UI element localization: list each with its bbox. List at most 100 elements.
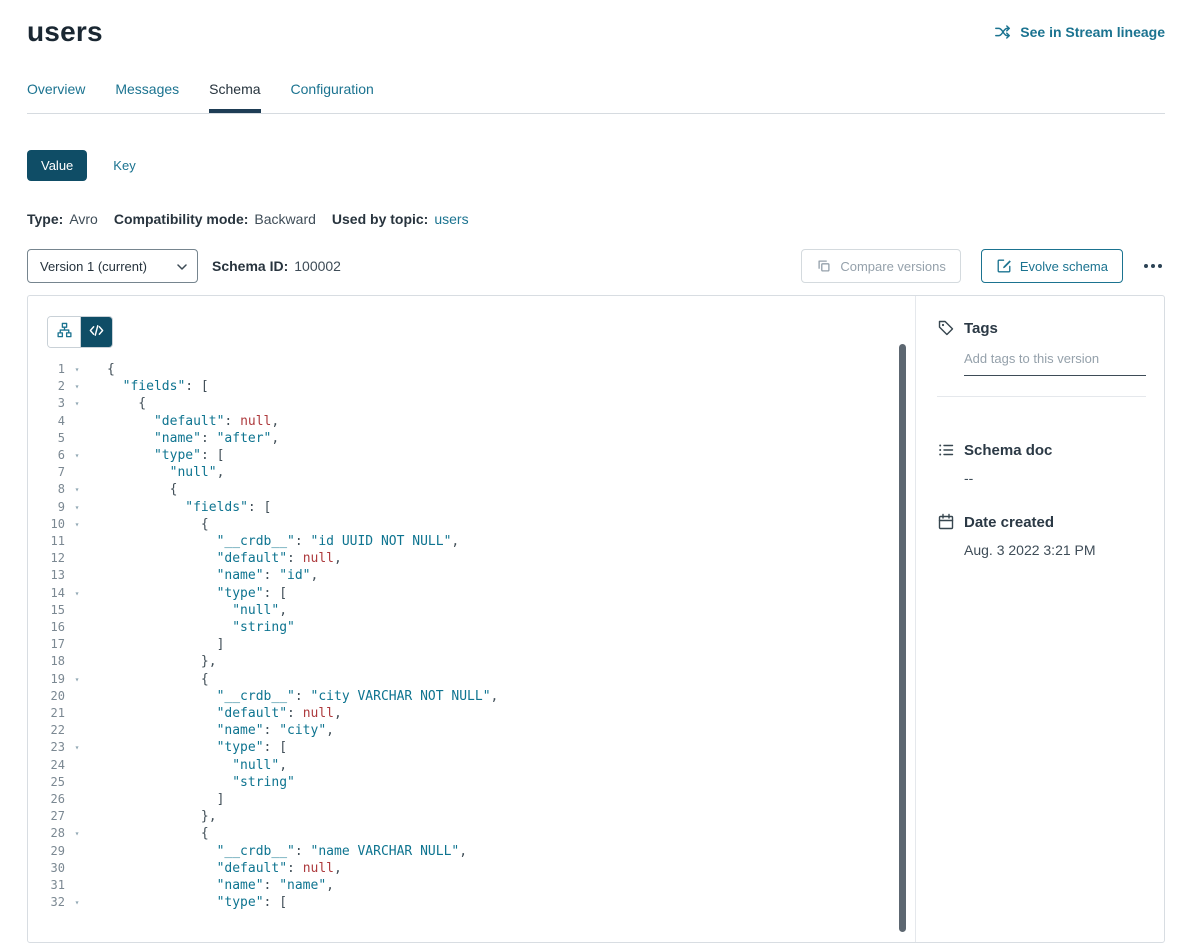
code-line: 21 "default": null, (47, 705, 915, 722)
code-line: 15 "null", (47, 602, 915, 619)
code-line: 11 "__crdb__": "id UUID NOT NULL", (47, 533, 915, 550)
code-editor-lines[interactable]: 1▾{2▾ "fields": [3▾ {4 "default": null,5… (47, 361, 915, 912)
code-text: "fields": [ (89, 499, 271, 516)
schema-editor-panel: 1▾{2▾ "fields": [3▾ {4 "default": null,5… (28, 296, 915, 942)
code-text: { (89, 516, 209, 533)
compare-versions-label: Compare versions (840, 259, 946, 274)
line-number: 24 (47, 757, 65, 774)
stream-lineage-link[interactable]: See in Stream lineage (994, 23, 1165, 41)
line-number: 2 (47, 378, 65, 395)
fold-toggle-icon[interactable]: ▾ (65, 361, 89, 378)
code-text: "name": "city", (89, 722, 334, 739)
code-text: { (89, 671, 209, 688)
code-text: { (89, 481, 177, 498)
tab-schema[interactable]: Schema (209, 81, 260, 113)
line-number: 13 (47, 567, 65, 584)
fold-gutter (65, 722, 89, 739)
fold-toggle-icon[interactable]: ▾ (65, 378, 89, 395)
code-text: "type": [ (89, 585, 287, 602)
code-text: { (89, 361, 115, 378)
line-number: 12 (47, 550, 65, 567)
code-text: "name": "after", (89, 430, 279, 447)
fold-gutter (65, 464, 89, 481)
fold-toggle-icon[interactable]: ▾ (65, 481, 89, 498)
code-text: "type": [ (89, 894, 287, 911)
code-text: "default": null, (89, 413, 279, 430)
fold-gutter (65, 843, 89, 860)
code-line: 22 "name": "city", (47, 722, 915, 739)
code-text: "name": "name", (89, 877, 334, 894)
topic-link[interactable]: users (434, 211, 468, 227)
fold-gutter (65, 808, 89, 825)
tab-overview[interactable]: Overview (27, 81, 85, 113)
schema-doc-icon (937, 441, 955, 459)
sidebar-divider (937, 396, 1146, 397)
code-line: 17 ] (47, 636, 915, 653)
version-select[interactable]: Version 1 (current) (27, 249, 198, 283)
evolve-schema-label: Evolve schema (1020, 259, 1108, 274)
code-text: "name": "id", (89, 567, 318, 584)
line-number: 3 (47, 395, 65, 412)
code-line: 3▾ { (47, 395, 915, 412)
page-title: users (27, 16, 103, 48)
tree-view-button[interactable] (48, 317, 80, 347)
fold-gutter (65, 774, 89, 791)
code-line: 5 "name": "after", (47, 430, 915, 447)
fold-gutter (65, 602, 89, 619)
tags-input[interactable] (964, 351, 1146, 376)
value-key-toggle: Value Key (27, 150, 1165, 181)
code-view-button[interactable] (80, 317, 112, 347)
line-number: 11 (47, 533, 65, 550)
fold-gutter (65, 430, 89, 447)
meta-compatibility: Compatibility mode: Backward (114, 211, 316, 227)
fold-toggle-icon[interactable]: ▾ (65, 447, 89, 464)
code-line: 19▾ { (47, 671, 915, 688)
fold-toggle-icon[interactable]: ▾ (65, 499, 89, 516)
more-options-button[interactable] (1141, 256, 1165, 276)
code-text: "null", (89, 757, 287, 774)
fold-gutter (65, 413, 89, 430)
fold-toggle-icon[interactable]: ▾ (65, 585, 89, 602)
fold-gutter (65, 705, 89, 722)
tag-icon (937, 319, 955, 337)
tags-heading: Tags (964, 320, 998, 337)
line-number: 17 (47, 636, 65, 653)
code-view-icon (88, 322, 105, 342)
line-number: 16 (47, 619, 65, 636)
line-number: 30 (47, 860, 65, 877)
code-line: 26 ] (47, 791, 915, 808)
evolve-schema-button[interactable]: Evolve schema (981, 249, 1123, 283)
code-line: 16 "string" (47, 619, 915, 636)
editor-scrollbar[interactable] (899, 344, 906, 932)
line-number: 20 (47, 688, 65, 705)
code-line: 1▾{ (47, 361, 915, 378)
code-line: 7 "null", (47, 464, 915, 481)
code-text: "type": [ (89, 447, 224, 464)
code-line: 12 "default": null, (47, 550, 915, 567)
line-number: 25 (47, 774, 65, 791)
tab-bar: Overview Messages Schema Configuration (27, 81, 1165, 114)
code-line: 28▾ { (47, 825, 915, 842)
date-created-section: Date created Aug. 3 2022 3:21 PM (937, 513, 1146, 558)
value-toggle-button[interactable]: Value (27, 150, 87, 181)
fold-toggle-icon[interactable]: ▾ (65, 395, 89, 412)
code-line: 20 "__crdb__": "city VARCHAR NOT NULL", (47, 688, 915, 705)
tab-messages[interactable]: Messages (115, 81, 179, 113)
compare-versions-button[interactable]: Compare versions (801, 249, 961, 283)
fold-toggle-icon[interactable]: ▾ (65, 516, 89, 533)
fold-toggle-icon[interactable]: ▾ (65, 671, 89, 688)
code-text: ] (89, 791, 224, 808)
key-toggle-button[interactable]: Key (99, 150, 149, 181)
compatibility-label: Compatibility mode: (114, 211, 249, 227)
fold-gutter (65, 757, 89, 774)
fold-toggle-icon[interactable]: ▾ (65, 739, 89, 756)
fold-gutter (65, 533, 89, 550)
edit-schema-icon (996, 258, 1012, 274)
version-select-control[interactable]: Version 1 (current) (28, 250, 197, 282)
tab-configuration[interactable]: Configuration (291, 81, 374, 113)
compare-icon (816, 258, 832, 274)
fold-toggle-icon[interactable]: ▾ (65, 894, 89, 911)
code-line: 10▾ { (47, 516, 915, 533)
fold-toggle-icon[interactable]: ▾ (65, 825, 89, 842)
line-number: 14 (47, 585, 65, 602)
